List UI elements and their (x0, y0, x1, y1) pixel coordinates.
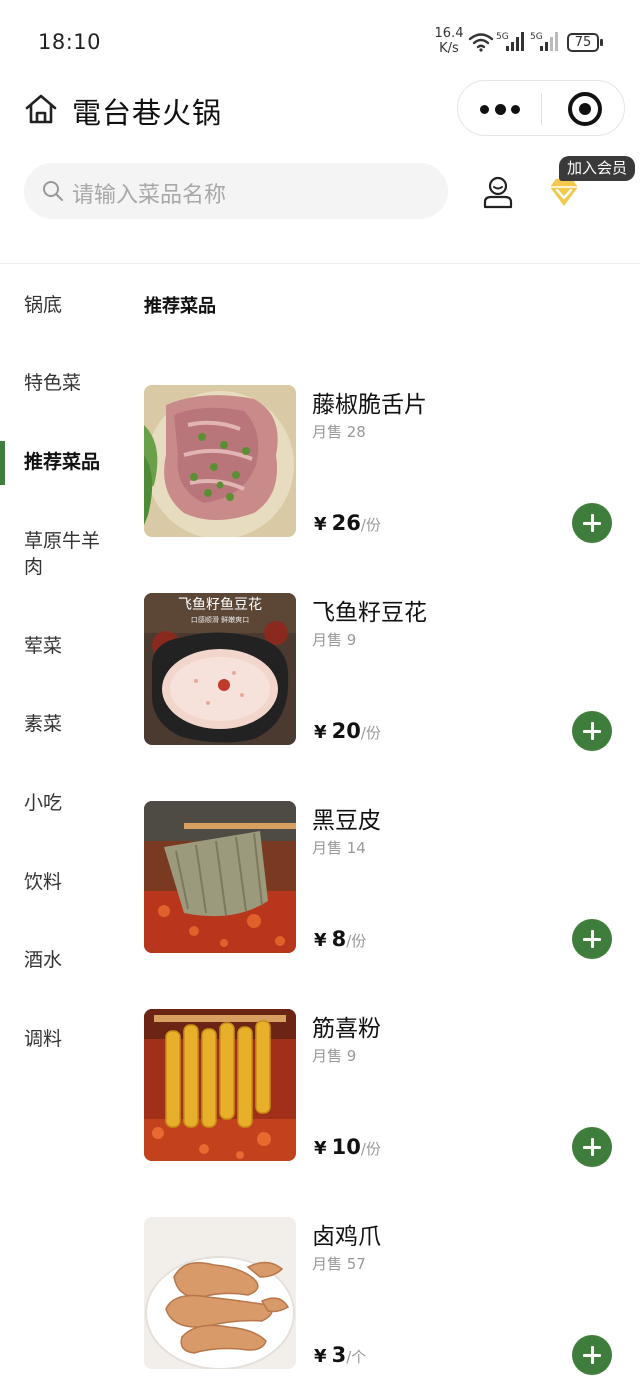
product-image (144, 1009, 296, 1161)
price-currency: ¥ (314, 514, 327, 535)
section-title: 推荐菜品 (144, 296, 216, 317)
page-title: 電台巷火锅 (72, 96, 223, 130)
price-amount: 20 (331, 719, 361, 743)
price-unit: /份 (346, 932, 367, 950)
target-circle-icon[interactable] (568, 92, 602, 126)
plus-circle-icon[interactable] (572, 1127, 612, 1167)
product-item[interactable]: 卤鸡爪 月售 57 ¥ 3/个 (144, 1217, 624, 1377)
price-unit: /份 (360, 516, 381, 534)
more-dots-icon[interactable] (480, 103, 520, 115)
wifi-icon (468, 33, 494, 52)
product-name: 卤鸡爪 (312, 1224, 381, 1250)
product-sales: 月售 57 (312, 1255, 366, 1273)
price-amount: 3 (331, 1343, 347, 1367)
category-item-xiaochi[interactable]: 小吃 (0, 790, 128, 816)
product-image (144, 385, 296, 537)
category-item-sucai[interactable]: 素菜 (0, 711, 128, 737)
product-sales: 月售 9 (312, 1047, 357, 1065)
status-bar: 18:10 16.4 K/s 5G 5G 75 (0, 0, 640, 80)
divider (0, 263, 640, 264)
product-item[interactable]: 藤椒脆舌片 月售 28 ¥ 26/份 (144, 385, 624, 545)
price-currency: ¥ (314, 722, 327, 743)
product-image (144, 801, 296, 953)
product-image-text: 飞鱼籽鱼豆花 (178, 596, 262, 613)
price-currency: ¥ (314, 1346, 327, 1367)
category-item-jiushui[interactable]: 酒水 (0, 947, 128, 973)
category-item-huncai[interactable]: 荤菜 (0, 633, 128, 659)
user-icon[interactable] (482, 175, 514, 209)
category-item-tiaoliao[interactable]: 调料 (0, 1026, 128, 1052)
price-amount: 26 (331, 511, 361, 535)
member-badge[interactable]: 加入会员 (559, 156, 636, 181)
network-speed-value: 16.4 (434, 26, 464, 41)
category-item-yinliao[interactable]: 饮料 (0, 869, 128, 895)
plus-circle-icon[interactable] (572, 1335, 612, 1375)
product-image (144, 1217, 296, 1369)
product-sales: 月售 14 (312, 839, 366, 857)
status-time: 18:10 (38, 30, 102, 54)
product-item[interactable]: 飞鱼籽鱼豆花 口感顺滑 鲜嫩爽口 飞鱼籽豆花 月售 9 ¥ 20/份 (144, 593, 624, 753)
plus-circle-icon[interactable] (572, 503, 612, 543)
mini-program-capsule (457, 80, 625, 136)
signal-5g-icon: 5G (496, 32, 524, 51)
product-price: ¥ 8/份 (314, 927, 366, 951)
price-currency: ¥ (314, 1138, 327, 1159)
price-currency: ¥ (314, 930, 327, 951)
search-placeholder: 请输入菜品名称 (72, 183, 227, 208)
product-image-subtext: 口感顺滑 鲜嫩爽口 (191, 615, 249, 624)
signal-5g-icon: 5G (530, 32, 558, 51)
capsule-divider (541, 93, 542, 125)
product-name: 藤椒脆舌片 (312, 392, 427, 418)
product-price: ¥ 26/份 (314, 511, 381, 535)
price-unit: /份 (360, 1140, 381, 1158)
home-icon[interactable] (24, 93, 58, 125)
product-price: ¥ 10/份 (314, 1135, 381, 1159)
search-input[interactable]: 请输入菜品名称 (24, 163, 448, 219)
product-name: 黑豆皮 (312, 808, 381, 834)
product-price: ¥ 3/个 (314, 1343, 366, 1367)
product-item[interactable]: 筋喜粉 月售 9 ¥ 10/份 (144, 1009, 624, 1169)
signal-2-label: 5G (530, 32, 543, 42)
product-item[interactable]: 黑豆皮 月售 14 ¥ 8/份 (144, 801, 624, 961)
category-item-guodi[interactable]: 锅底 (0, 292, 128, 318)
search-icon (43, 181, 63, 201)
battery-icon: 75 (567, 33, 603, 52)
network-speed-unit: K/s (439, 41, 459, 56)
product-sales: 月售 28 (312, 423, 366, 441)
plus-circle-icon[interactable] (572, 919, 612, 959)
price-amount: 10 (331, 1135, 361, 1159)
signal-1-label: 5G (496, 32, 509, 42)
product-image: 飞鱼籽鱼豆花 口感顺滑 鲜嫩爽口 (144, 593, 296, 745)
price-amount: 8 (331, 927, 347, 951)
category-item-tesecai[interactable]: 特色菜 (0, 370, 128, 396)
product-name: 飞鱼籽豆花 (312, 600, 427, 626)
category-item-niuyangrou[interactable]: 草原牛羊肉 (0, 528, 110, 580)
plus-circle-icon[interactable] (572, 711, 612, 751)
product-price: ¥ 20/份 (314, 719, 381, 743)
product-sales: 月售 9 (312, 631, 357, 649)
network-speed: 16.4 K/s (432, 26, 466, 56)
category-item-tuijian[interactable]: 推荐菜品 (0, 441, 128, 485)
product-name: 筋喜粉 (312, 1016, 381, 1042)
nav-bar: 電台巷火锅 (0, 80, 640, 140)
price-unit: /个 (346, 1348, 367, 1366)
price-unit: /份 (360, 724, 381, 742)
